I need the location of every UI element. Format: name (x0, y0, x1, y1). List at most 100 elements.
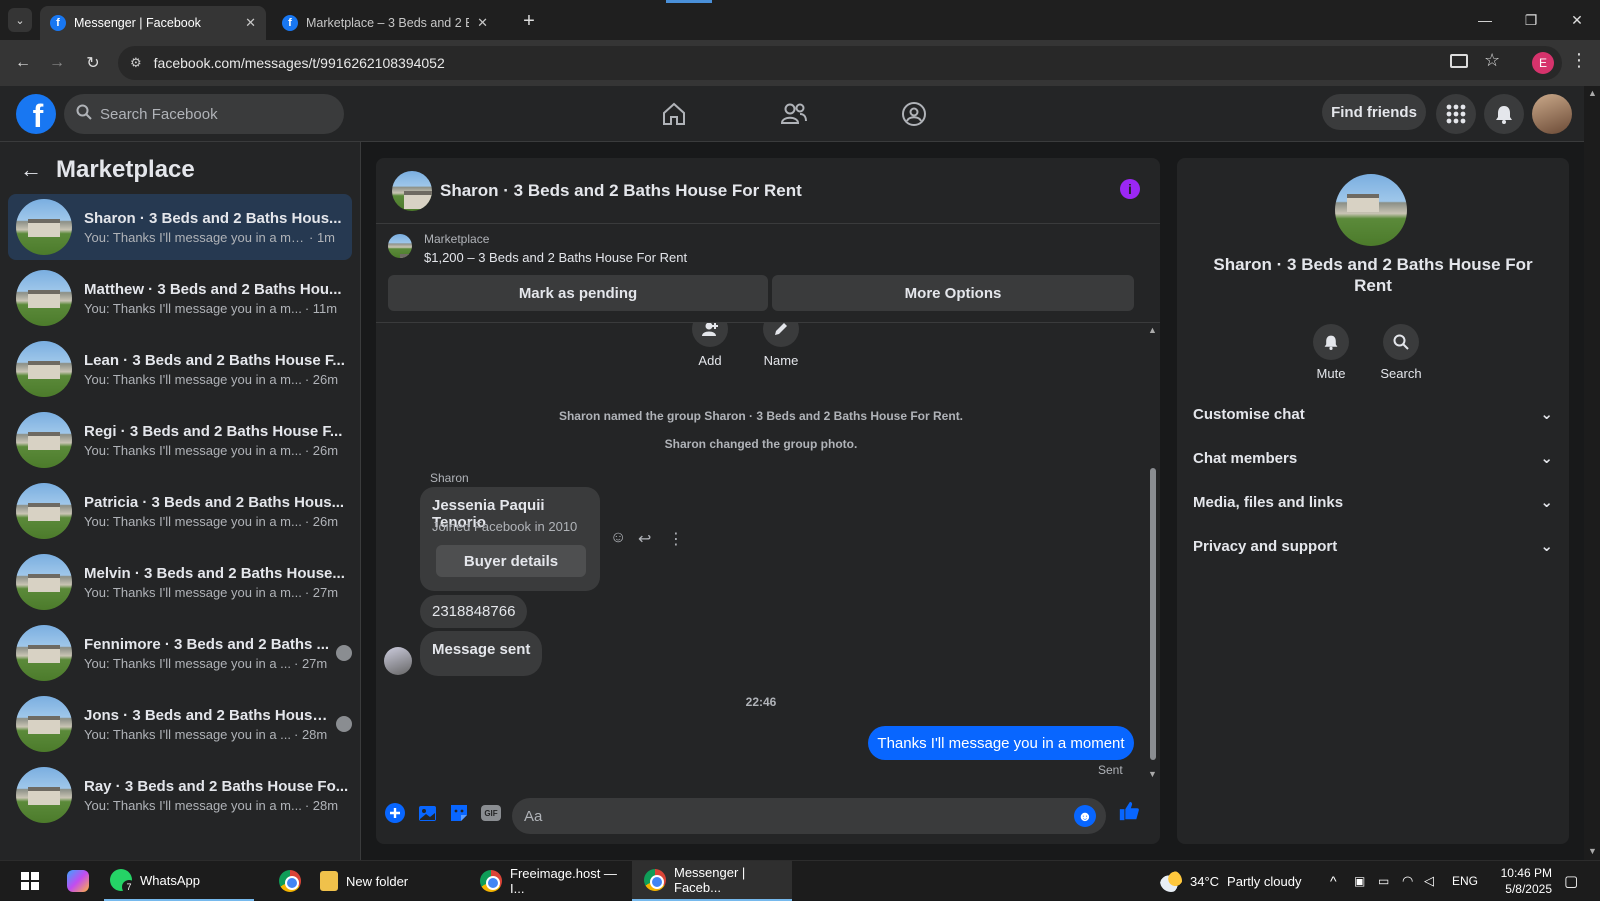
conversation-preview: You: Thanks I'll message you in a m... (84, 300, 302, 316)
meet-now-icon[interactable]: ▣ (1354, 861, 1365, 901)
conversation-name: Patricia · 3 Beds and 2 Baths Hous... (84, 493, 345, 511)
minimize-icon[interactable]: — (1462, 0, 1508, 40)
account-avatar[interactable] (1532, 94, 1572, 134)
tab-marketplace[interactable]: f Marketplace – 3 Beds and 2 Bat ✕ (272, 6, 498, 40)
install-app-icon[interactable] (1450, 54, 1468, 68)
url-bar[interactable]: ⚙ facebook.com/messages/t/99162621083940… (118, 46, 1562, 80)
scroll-down-icon[interactable]: ▼ (1148, 769, 1157, 779)
tray-chevron-icon[interactable]: ^ (1330, 861, 1337, 901)
scroll-thumb[interactable] (1150, 468, 1156, 760)
taskbar-label: WhatsApp (140, 872, 200, 888)
chat-avatar[interactable] (392, 170, 432, 211)
emoji-icon[interactable]: ☻ (1074, 805, 1096, 827)
add-people-action[interactable]: Add (680, 323, 740, 368)
group-photo[interactable] (1335, 174, 1407, 246)
restore-icon[interactable]: ❐ (1508, 0, 1554, 40)
friends-icon[interactable] (778, 98, 810, 130)
sticker-icon[interactable] (448, 802, 470, 824)
name-label: Name (763, 353, 799, 368)
conversation-item[interactable]: Fennimore · 3 Beds and 2 Baths ... You: T… (8, 620, 352, 686)
site-settings-icon[interactable]: ⚙ (130, 55, 142, 71)
facebook-favicon-icon: f (50, 15, 66, 31)
search-input[interactable]: Search Facebook (64, 94, 344, 134)
scroll-up-icon[interactable]: ▲ (1148, 325, 1157, 335)
conversation-item[interactable]: Lean · 3 Beds and 2 Baths House F... You:… (8, 336, 352, 402)
language-indicator[interactable]: ENG (1452, 861, 1478, 901)
start-button[interactable] (12, 861, 48, 901)
conversation-name: Sharon · 3 Beds and 2 Baths Hous... (84, 209, 342, 227)
conversation-item[interactable]: Ray · 3 Beds and 2 Baths House Fo... You:… (8, 762, 352, 828)
taskbar-freeimage[interactable]: Freeimage.host — I... (480, 861, 628, 901)
copilot-button[interactable] (60, 861, 96, 901)
message-bubble: Message sent (420, 631, 543, 676)
tab-search-button[interactable]: ⌄ (8, 8, 32, 32)
sender-name: Sharon (430, 471, 469, 485)
facebook-logo[interactable]: f (16, 94, 56, 134)
new-tab-button[interactable]: + (516, 8, 542, 34)
gif-icon[interactable]: GIF (480, 802, 502, 824)
close-window-icon[interactable]: ✕ (1554, 0, 1600, 40)
thread-scrollbar[interactable]: ▲ ▼ (1146, 323, 1160, 782)
mark-as-pending-button[interactable]: Mark as pending (388, 275, 768, 311)
menu-grid-icon[interactable] (1436, 94, 1476, 134)
chat-members-section[interactable]: Chat members ⌄ (1193, 438, 1553, 478)
mute-action[interactable]: Mute (1296, 324, 1366, 381)
reply-icon[interactable]: ↩ (638, 529, 651, 549)
browser-menu-icon[interactable]: ⋮ (1570, 50, 1588, 71)
page-scroll-up-icon[interactable]: ▲ (1588, 88, 1597, 98)
reload-icon[interactable]: ↻ (78, 48, 108, 78)
groups-icon[interactable] (898, 98, 930, 130)
close-tab-icon[interactable]: ✕ (477, 15, 488, 31)
taskbar-chrome[interactable] (272, 861, 308, 901)
privacy-support-section[interactable]: Privacy and support ⌄ (1193, 526, 1553, 566)
page-scrollbar[interactable]: ▲ ▼ (1584, 86, 1600, 860)
back-icon[interactable]: ← (8, 48, 38, 78)
media-files-links-section[interactable]: Media, files and links ⌄ (1193, 482, 1553, 522)
conversation-item[interactable]: Sharon · 3 Beds and 2 Baths Hous... You: … (8, 194, 352, 260)
clock[interactable]: 10:46 PM 5/8/2025 (1492, 861, 1552, 901)
search-action[interactable]: Search (1366, 324, 1436, 381)
find-friends-button[interactable]: Find friends (1322, 94, 1426, 130)
plus-circle-icon[interactable] (384, 802, 406, 824)
customise-chat-section[interactable]: Customise chat ⌄ (1193, 394, 1553, 434)
back-arrow-icon[interactable]: ← (20, 157, 42, 183)
notification-center-icon[interactable]: ▢ (1564, 861, 1578, 901)
forward-icon[interactable]: → (42, 48, 72, 78)
bookmark-star-icon[interactable]: ☆ (1484, 50, 1500, 71)
like-thumb-icon[interactable] (1118, 800, 1140, 822)
listing-thumbnail (388, 234, 412, 258)
close-tab-icon[interactable]: ✕ (245, 15, 256, 31)
conversation-time: · 27m (294, 655, 328, 671)
conversation-item[interactable]: Patricia · 3 Beds and 2 Baths Hous... You… (8, 478, 352, 544)
taskbar-new-folder[interactable]: New folder (320, 861, 460, 901)
taskbar-messenger[interactable]: Messenger | Faceb... (632, 861, 792, 901)
name-group-action[interactable]: Name (751, 323, 811, 368)
more-options-button[interactable]: More Options (772, 275, 1134, 311)
conversation-name: Jons · 3 Beds and 2 Baths House... (84, 706, 330, 724)
message-input[interactable]: Aa ☻ (512, 798, 1106, 834)
conversation-item[interactable]: Regi · 3 Beds and 2 Baths House F... You:… (8, 407, 352, 473)
conversation-item[interactable]: Matthew · 3 Beds and 2 Baths Hou... You: … (8, 265, 352, 331)
conversation-item[interactable]: Jons · 3 Beds and 2 Baths House... You: T… (8, 691, 352, 757)
listing-summary[interactable]: Marketplace $1,200 – 3 Beds and 2 Baths … (388, 232, 687, 265)
conversation-time: · 26m (304, 513, 339, 529)
more-icon[interactable]: ⋮ (668, 529, 684, 549)
page-scroll-down-icon[interactable]: ▼ (1588, 846, 1597, 856)
conversation-item[interactable]: Melvin · 3 Beds and 2 Baths House... You:… (8, 549, 352, 615)
battery-icon[interactable]: ▭ (1378, 861, 1389, 901)
tab-messenger[interactable]: f Messenger | Facebook ✕ (40, 6, 266, 40)
volume-icon[interactable]: ◁ (1424, 861, 1434, 901)
notifications-bell-icon[interactable] (1484, 94, 1524, 134)
conversation-preview: You: Thanks I'll message you in a m... (84, 371, 302, 387)
conversation-preview: You: Thanks I'll message you in a mo... (84, 229, 306, 245)
home-icon[interactable] (658, 98, 690, 130)
profile-avatar[interactable]: E (1532, 52, 1554, 74)
wifi-icon[interactable]: ◠ (1402, 861, 1413, 901)
buyer-details-button[interactable]: Buyer details (436, 545, 586, 577)
weather-widget[interactable]: 34°C Partly cloudy (1160, 861, 1310, 901)
chat-title[interactable]: Sharon · 3 Beds and 2 Baths House For Re… (440, 181, 802, 201)
react-icon[interactable]: ☺ (610, 529, 626, 547)
photo-icon[interactable] (416, 802, 438, 824)
info-icon[interactable]: i (1120, 179, 1140, 199)
taskbar-whatsapp[interactable]: 7 WhatsApp (104, 861, 254, 901)
